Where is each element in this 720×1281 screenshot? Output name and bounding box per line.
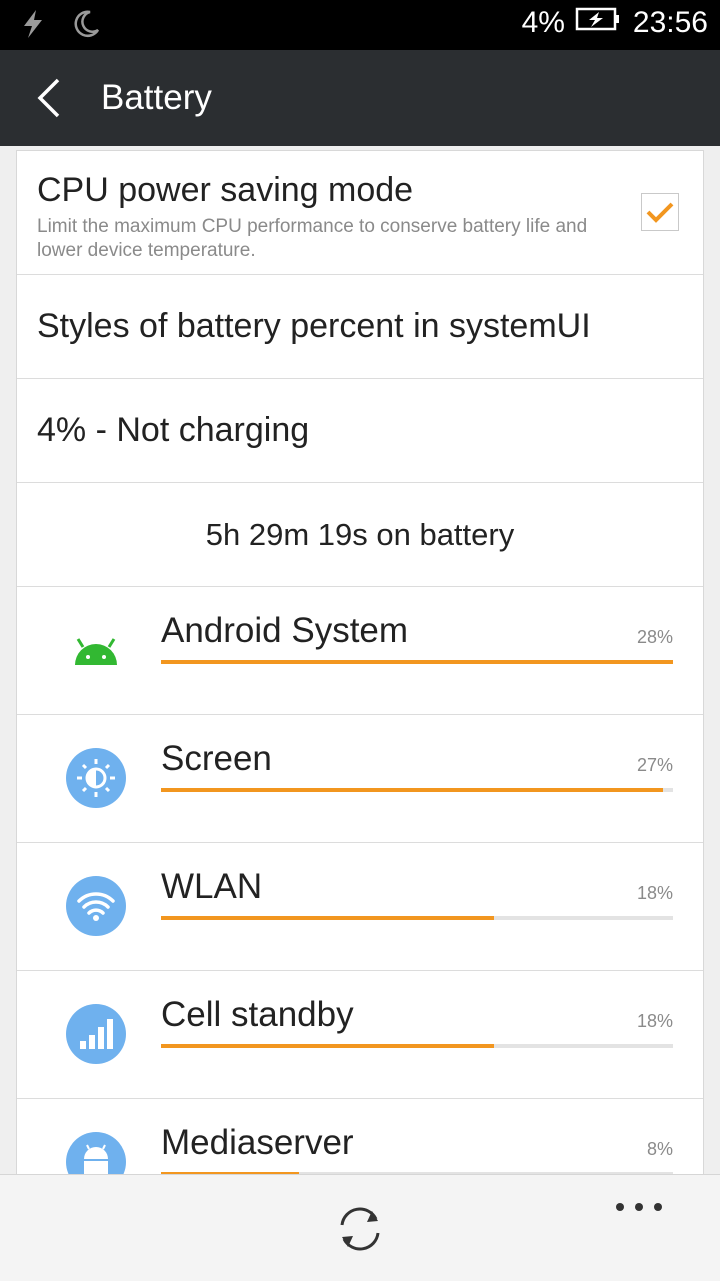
- usage-percent: 18%: [636, 883, 673, 903]
- time-on-battery-row: 5h 29m 19s on battery: [17, 483, 703, 587]
- usage-row-wlan[interactable]: WLAN 18%: [17, 843, 703, 971]
- battery-percent-style-row[interactable]: Styles of battery percent in systemUI: [17, 275, 703, 379]
- usage-percent: 27%: [636, 755, 673, 775]
- usage-label: Mediaserver: [161, 1123, 354, 1162]
- usage-progress-fill: [161, 660, 673, 664]
- time-on-battery-label: 5h 29m 19s on battery: [205, 517, 515, 552]
- usage-label: Android System: [161, 611, 409, 650]
- bottom-toolbar: [0, 1174, 720, 1281]
- usage-progress-bar: [161, 788, 673, 792]
- moon-icon: [74, 10, 100, 43]
- cpu-power-saving-checkbox[interactable]: [641, 193, 679, 231]
- battery-icon: [575, 6, 621, 40]
- usage-progress-fill: [161, 788, 663, 792]
- app-bar: Battery: [0, 50, 720, 146]
- charging-status-row: 4% - Not charging: [17, 379, 703, 483]
- flash-icon: [22, 10, 44, 43]
- android-icon: [65, 619, 127, 681]
- status-bar: 4% 23:56: [0, 0, 720, 50]
- usage-row-android-system[interactable]: Android System 28%: [17, 587, 703, 715]
- usage-row-mediaserver[interactable]: Mediaserver 8%: [17, 1099, 703, 1181]
- usage-label: WLAN: [161, 867, 263, 906]
- cpu-power-saving-row[interactable]: CPU power saving mode Limit the maximum …: [17, 151, 703, 275]
- wifi-icon: [65, 875, 127, 937]
- back-arrow-icon[interactable]: [32, 76, 72, 120]
- usage-percent: 28%: [636, 627, 673, 647]
- charging-status-label: 4% - Not charging: [37, 411, 310, 449]
- page-title: Battery: [101, 78, 212, 117]
- battery-percent-style-label: Styles of battery percent in systemUI: [37, 307, 591, 345]
- status-time: 23:56: [632, 6, 708, 39]
- usage-percent: 18%: [636, 1011, 673, 1031]
- usage-progress-bar: [161, 916, 673, 920]
- usage-label: Cell standby: [161, 995, 354, 1034]
- usage-row-screen[interactable]: Screen 27%: [17, 715, 703, 843]
- settings-list: CPU power saving mode Limit the maximum …: [16, 150, 704, 1182]
- usage-percent: 8%: [646, 1139, 673, 1159]
- usage-progress-bar: [161, 1044, 673, 1048]
- usage-row-cell-standby[interactable]: Cell standby 18%: [17, 971, 703, 1099]
- cpu-power-saving-subtitle: Limit the maximum CPU performance to con…: [37, 216, 588, 261]
- usage-progress-fill: [161, 916, 494, 920]
- usage-progress-fill: [161, 1044, 494, 1048]
- signal-icon: [65, 1003, 127, 1065]
- cpu-power-saving-title: CPU power saving mode: [37, 171, 414, 209]
- usage-label: Screen: [161, 739, 272, 778]
- brightness-icon: [65, 747, 127, 809]
- checkmark-icon: [646, 202, 674, 223]
- status-battery-percent: 4%: [521, 6, 565, 39]
- refresh-icon[interactable]: [330, 1201, 390, 1257]
- more-options-icon[interactable]: [612, 1197, 666, 1217]
- usage-progress-bar: [161, 660, 673, 664]
